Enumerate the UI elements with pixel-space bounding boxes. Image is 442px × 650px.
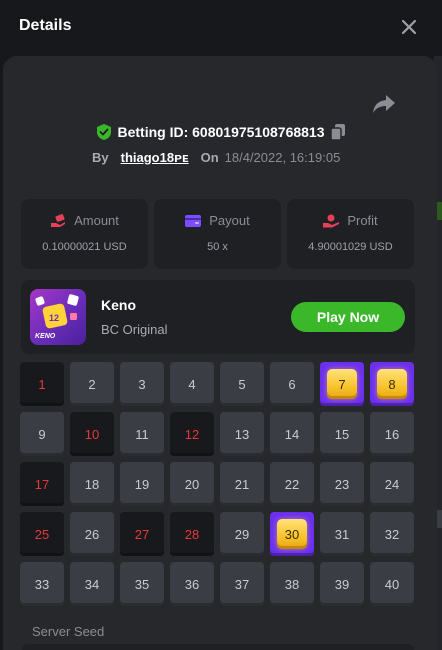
gem-icon: 30 xyxy=(277,519,307,549)
keno-cell-hit[interactable]: 7 xyxy=(320,362,364,406)
share-icon[interactable] xyxy=(372,93,396,115)
keno-cell[interactable]: 16 xyxy=(370,412,414,456)
keno-cell[interactable]: 4 xyxy=(170,362,214,406)
keno-cell[interactable]: 13 xyxy=(220,412,264,456)
game-card: 12 KENO Keno BC Original Play Now xyxy=(21,280,415,354)
keno-cell-picked[interactable]: 12 xyxy=(170,412,214,456)
keno-cell[interactable]: 29 xyxy=(220,512,264,556)
betting-id-row: Betting ID: 60801975108768813 xyxy=(0,122,442,142)
betting-id-suffix: 3 xyxy=(316,124,325,140)
keno-cell[interactable]: 26 xyxy=(70,512,114,556)
keno-cell[interactable]: 34 xyxy=(70,562,114,606)
keno-cell[interactable]: 38 xyxy=(270,562,314,606)
keno-cell[interactable]: 20 xyxy=(170,462,214,506)
betting-id-text: Betting ID: 6080197510876881 xyxy=(117,124,317,140)
keno-cell[interactable]: 40 xyxy=(370,562,414,606)
keno-cell[interactable]: 23 xyxy=(320,462,364,506)
username-link[interactable]: thiago18ᴘᴇ xyxy=(121,150,189,165)
stat-value: 0.10000021 USD xyxy=(42,241,127,253)
keno-cell[interactable]: 36 xyxy=(170,562,214,606)
keno-cell[interactable]: 21 xyxy=(220,462,264,506)
keno-cell-picked[interactable]: 27 xyxy=(120,512,164,556)
money-hand-icon xyxy=(51,213,66,227)
keno-grid: 1 2 3 4 5 6 7 8 9 10 11 12 13 14 15 16 17 18 19 20 21 22 23 24 2… xyxy=(20,362,416,606)
stat-payout: Payout 50 x xyxy=(154,199,281,269)
server-seed-field[interactable] xyxy=(22,644,414,650)
stat-value: 50 x xyxy=(207,241,228,253)
keno-cell[interactable]: 33 xyxy=(20,562,64,606)
thumb-text: KENO xyxy=(35,333,56,340)
keno-cell[interactable]: 39 xyxy=(320,562,364,606)
keno-cell[interactable]: 15 xyxy=(320,412,364,456)
keno-cell[interactable]: 37 xyxy=(220,562,264,606)
keno-cell[interactable]: 18 xyxy=(70,462,114,506)
dialog-header: Details xyxy=(0,0,442,56)
keno-cell[interactable]: 5 xyxy=(220,362,264,406)
keno-cell-picked[interactable]: 25 xyxy=(20,512,64,556)
keno-cell-picked[interactable]: 10 xyxy=(70,412,114,456)
keno-cell[interactable]: 32 xyxy=(370,512,414,556)
keno-game-thumbnail: 12 KENO xyxy=(30,289,86,345)
keno-cell-picked[interactable]: 28 xyxy=(170,512,214,556)
by-label: By xyxy=(92,149,109,165)
keno-cell-picked[interactable]: 1 xyxy=(20,362,64,406)
bet-date: 18/4/2022, 16:19:05 xyxy=(224,149,341,165)
game-subtitle: BC Original xyxy=(101,322,168,337)
keno-cell[interactable]: 14 xyxy=(270,412,314,456)
gem-icon: 7 xyxy=(327,369,357,399)
bet-meta-row: By thiago18ᴘᴇ On 18/4/2022, 16:19:05 xyxy=(92,148,340,166)
keno-cell[interactable]: 19 xyxy=(120,462,164,506)
keno-cell-hit[interactable]: 8 xyxy=(370,362,414,406)
close-icon[interactable] xyxy=(398,16,420,38)
keno-cell[interactable]: 31 xyxy=(320,512,364,556)
keno-cell-hit[interactable]: 30 xyxy=(270,512,314,556)
svg-text:12: 12 xyxy=(49,313,59,323)
keno-cell[interactable]: 9 xyxy=(20,412,64,456)
stat-value: 4.90001029 USD xyxy=(308,241,393,253)
betting-id: Betting ID: 60801975108768813 xyxy=(117,124,324,140)
stat-profit: Profit 4.90001029 USD xyxy=(287,199,414,269)
keno-cell[interactable]: 3 xyxy=(120,362,164,406)
keno-cell[interactable]: 24 xyxy=(370,462,414,506)
stat-label: Amount xyxy=(74,213,119,228)
stat-amount: Amount 0.10000021 USD xyxy=(21,199,148,269)
keno-cell[interactable]: 22 xyxy=(270,462,314,506)
shield-check-icon xyxy=(97,124,112,140)
dialog-title: Details xyxy=(19,17,72,34)
gem-icon: 8 xyxy=(377,369,407,399)
keno-cell[interactable]: 35 xyxy=(120,562,164,606)
game-name: Keno xyxy=(101,297,136,313)
keno-cell[interactable]: 6 xyxy=(270,362,314,406)
stat-label: Payout xyxy=(209,213,250,228)
keno-cell[interactable]: 2 xyxy=(70,362,114,406)
on-label: On xyxy=(200,149,219,165)
wallet-icon xyxy=(185,214,202,227)
keno-cell-picked[interactable]: 17 xyxy=(20,462,64,506)
stat-label: Profit xyxy=(347,213,378,228)
copy-icon[interactable] xyxy=(330,124,345,140)
profit-hand-icon xyxy=(323,214,340,227)
play-now-button[interactable]: Play Now xyxy=(291,302,405,332)
keno-cell[interactable]: 11 xyxy=(120,412,164,456)
server-seed-label: Server Seed xyxy=(32,624,105,639)
